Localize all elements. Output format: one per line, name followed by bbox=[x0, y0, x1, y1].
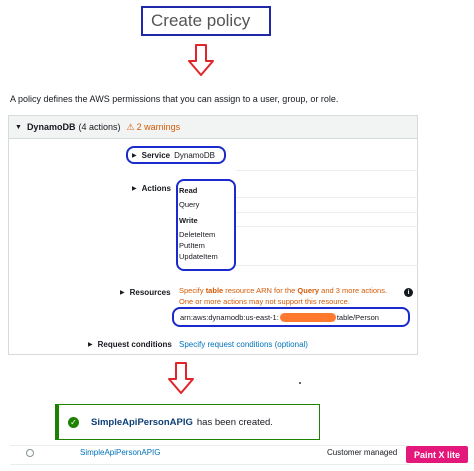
caret-right-icon: ▶ bbox=[120, 290, 125, 296]
actions-label: Actions bbox=[141, 184, 171, 193]
created-policy-name: SimpleApiPersonAPIG bbox=[91, 416, 193, 428]
arn-prefix: arn:aws:dynamodb:us-east-1: bbox=[180, 312, 279, 322]
down-arrow-icon bbox=[168, 362, 194, 394]
resources-row-toggle[interactable]: ▶ Resources bbox=[120, 288, 171, 297]
action-count: (4 actions) bbox=[78, 122, 121, 132]
service-section-header[interactable]: ▼ DynamoDB (4 actions) ⚠ 2 warnings bbox=[8, 115, 418, 139]
action-group-heading: Read bbox=[179, 186, 198, 195]
resources-label: Resources bbox=[129, 288, 171, 297]
watermark-badge: Paint X lite bbox=[406, 446, 468, 463]
stray-dot bbox=[299, 382, 301, 384]
intro-text: A policy defines the AWS permissions tha… bbox=[10, 94, 339, 104]
page-title: Create policy bbox=[151, 11, 251, 30]
warnings-count: 2 warnings bbox=[136, 122, 181, 132]
page-title-box: Create policy bbox=[141, 6, 271, 36]
resources-warning: Specify table resource ARN for the Query… bbox=[179, 286, 387, 307]
service-value: DynamoDB bbox=[174, 150, 215, 160]
warning-text-unsupported: One or more actions may not support this… bbox=[179, 296, 350, 306]
success-stripe bbox=[55, 404, 59, 440]
warning-icon: ⚠ bbox=[126, 121, 135, 132]
action-item: PutItem bbox=[179, 241, 205, 250]
caret-down-icon: ▼ bbox=[15, 123, 22, 131]
request-conditions-link[interactable]: Specify request conditions (optional) bbox=[179, 340, 308, 349]
caret-right-icon: ▶ bbox=[88, 342, 93, 348]
warning-text: resource ARN for the bbox=[223, 286, 298, 295]
warning-table-link[interactable]: table bbox=[206, 286, 224, 295]
policy-type: Customer managed bbox=[327, 448, 398, 457]
resource-arn-field[interactable]: arn:aws:dynamodb:us-east-1: table/Person bbox=[172, 307, 410, 327]
warning-text: and 3 more actions. bbox=[319, 286, 388, 295]
request-conditions-toggle[interactable]: ▶ Request conditions bbox=[88, 340, 172, 349]
policy-name-link[interactable]: SimpleApiPersonAPIG bbox=[80, 448, 160, 457]
check-circle-icon: ✓ bbox=[68, 416, 79, 428]
divider bbox=[236, 226, 418, 227]
arn-suffix: table/Person bbox=[336, 312, 379, 322]
caret-right-icon: ▶ bbox=[132, 186, 137, 192]
actions-row-toggle[interactable]: ▶ Actions bbox=[132, 184, 171, 193]
success-message: has been created. bbox=[196, 416, 273, 428]
action-item: DeleteItem bbox=[179, 230, 216, 239]
success-banner: ✓ SimpleApiPersonAPIG has been created. bbox=[55, 404, 320, 440]
service-name: DynamoDB bbox=[26, 122, 76, 132]
row-select-radio[interactable] bbox=[26, 449, 34, 457]
request-conditions-label: Request conditions bbox=[97, 340, 172, 349]
divider bbox=[236, 170, 418, 171]
warning-text: Specify bbox=[179, 286, 206, 295]
divider bbox=[236, 212, 418, 213]
redacted-account-id bbox=[279, 312, 336, 322]
service-row[interactable]: ▶ Service DynamoDB bbox=[126, 146, 226, 164]
divider bbox=[236, 197, 418, 198]
info-icon[interactable]: i bbox=[404, 288, 413, 297]
action-group-heading: Write bbox=[179, 216, 198, 225]
warnings-indicator[interactable]: ⚠ 2 warnings bbox=[126, 122, 180, 133]
service-label: Service bbox=[141, 150, 171, 160]
warning-query-link[interactable]: Query bbox=[297, 286, 319, 295]
divider bbox=[236, 265, 418, 266]
action-item: Query bbox=[179, 200, 200, 209]
action-item: UpdateItem bbox=[179, 252, 218, 261]
down-arrow-icon bbox=[188, 44, 214, 76]
caret-right-icon: ▶ bbox=[132, 152, 137, 159]
